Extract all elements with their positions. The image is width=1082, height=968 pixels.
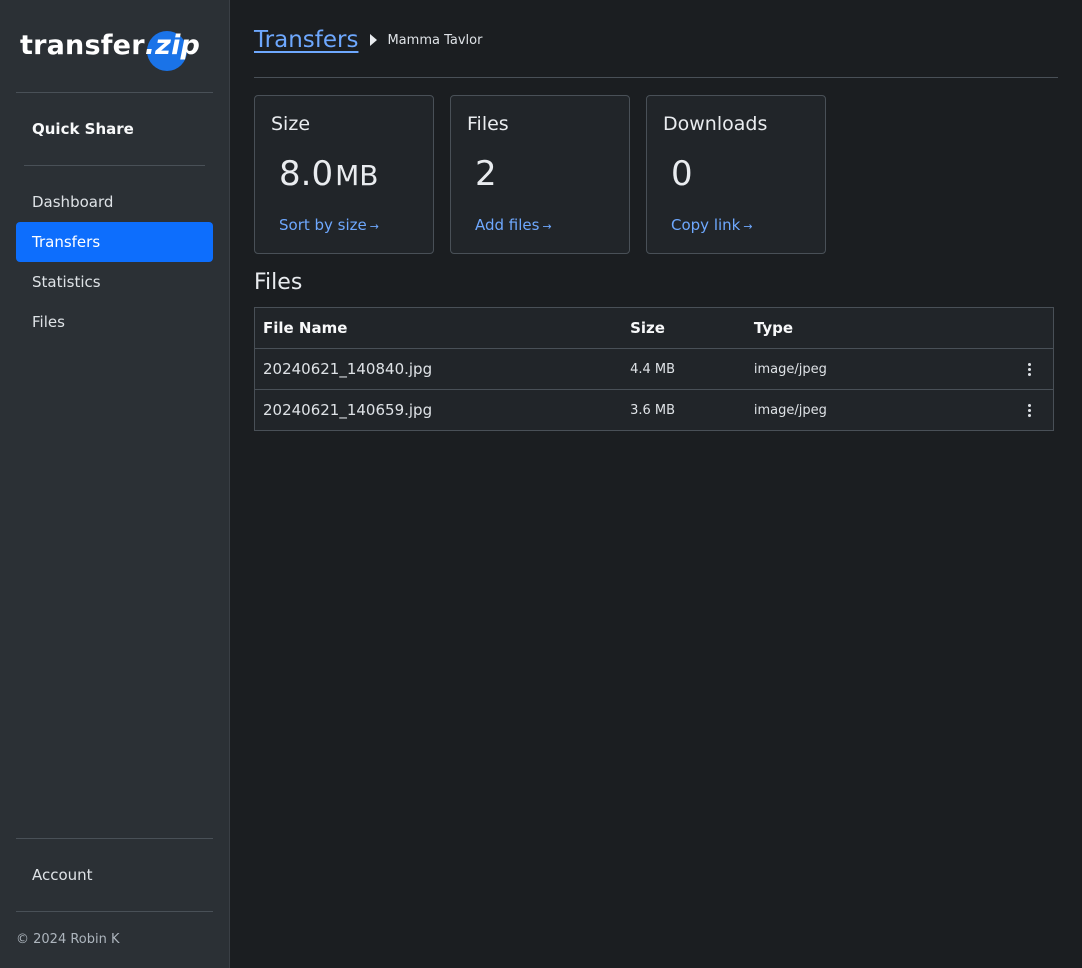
stat-number: 8.0 (279, 154, 334, 194)
column-header-actions (985, 307, 1054, 349)
stat-title: Files (467, 113, 509, 135)
sidebar-divider (24, 165, 205, 166)
file-size-cell: 3.6 MB (622, 389, 746, 431)
column-header-size: Size (622, 307, 746, 349)
arrow-right-icon: → (542, 220, 552, 233)
breadcrumb: Transfers Mamma Tavlor (254, 24, 482, 56)
brand-logo[interactable]: transfer .zip (20, 22, 201, 71)
link-label: Sort by size (279, 216, 367, 234)
more-options-icon[interactable] (1018, 398, 1042, 422)
files-heading: Files (254, 270, 303, 295)
sidebar-item-files[interactable]: Files (16, 302, 213, 342)
arrow-right-icon: → (743, 220, 753, 233)
column-header-file-name: File Name (254, 307, 623, 349)
copy-link-link[interactable]: Copy link → (671, 216, 753, 234)
stat-value: 2 (475, 154, 497, 194)
column-header-type: Type (745, 307, 986, 349)
sort-by-size-link[interactable]: Sort by size → (279, 216, 379, 234)
file-name-cell: 20240621_140659.jpg (254, 389, 623, 431)
sidebar-item-account[interactable]: Account (16, 855, 213, 895)
sidebar-item-label: Transfers (32, 233, 101, 251)
sidebar-item-label: Statistics (32, 273, 101, 291)
brand-name-part1: transfer (20, 29, 145, 61)
link-label: Add files (475, 216, 540, 234)
header-divider (254, 77, 1058, 78)
link-label: Copy link (671, 216, 741, 234)
arrow-right-icon: → (369, 220, 379, 233)
row-actions-cell (985, 389, 1054, 431)
add-files-link[interactable]: Add files → (475, 216, 552, 234)
table-row[interactable]: 20240621_140840.jpg 4.4 MB image/jpeg (254, 348, 1054, 390)
sidebar-item-label: Dashboard (32, 193, 114, 211)
stat-value: 8.0MB (279, 154, 378, 194)
sidebar-item-quick-share[interactable]: Quick Share (16, 109, 213, 149)
table-row[interactable]: 20240621_140659.jpg 3.6 MB image/jpeg (254, 389, 1054, 431)
sidebar-item-statistics[interactable]: Statistics (16, 262, 213, 302)
sidebar-divider (16, 838, 213, 839)
file-name-cell: 20240621_140840.jpg (254, 348, 623, 390)
files-table: File Name Size Type 20240621_140840.jpg … (254, 307, 1054, 431)
stat-number: 2 (475, 154, 497, 194)
stat-number: 0 (671, 154, 693, 194)
file-type-cell: image/jpeg (745, 348, 986, 390)
file-type-cell: image/jpeg (745, 389, 986, 431)
table-header-row: File Name Size Type (254, 307, 1054, 349)
sidebar-item-label: Files (32, 313, 65, 331)
stat-title: Downloads (663, 113, 768, 135)
row-actions-cell (985, 348, 1054, 390)
sidebar: transfer .zip Quick Share Dashboard Tran… (0, 0, 230, 968)
more-options-icon[interactable] (1018, 357, 1042, 381)
sidebar-item-label: Quick Share (32, 120, 134, 138)
sidebar-item-label: Account (32, 866, 93, 884)
file-size-cell: 4.4 MB (622, 348, 746, 390)
stat-unit: MB (335, 159, 379, 192)
stat-card-downloads: Downloads 0 Copy link → (646, 95, 826, 254)
breadcrumb-transfers-link[interactable]: Transfers (254, 27, 358, 53)
sidebar-divider (16, 911, 213, 912)
sidebar-divider (16, 92, 213, 93)
copyright-text: © 2024 Robin K (16, 932, 120, 947)
stat-value: 0 (671, 154, 693, 194)
caret-right-icon (370, 34, 378, 46)
stat-card-files: Files 2 Add files → (450, 95, 630, 254)
brand-name-part2: .zip (144, 29, 201, 61)
sidebar-item-transfers[interactable]: Transfers (16, 222, 213, 262)
stat-card-size: Size 8.0MB Sort by size → (254, 95, 434, 254)
breadcrumb-current: Mamma Tavlor (387, 32, 483, 48)
sidebar-item-dashboard[interactable]: Dashboard (16, 182, 213, 222)
stat-title: Size (271, 113, 311, 135)
